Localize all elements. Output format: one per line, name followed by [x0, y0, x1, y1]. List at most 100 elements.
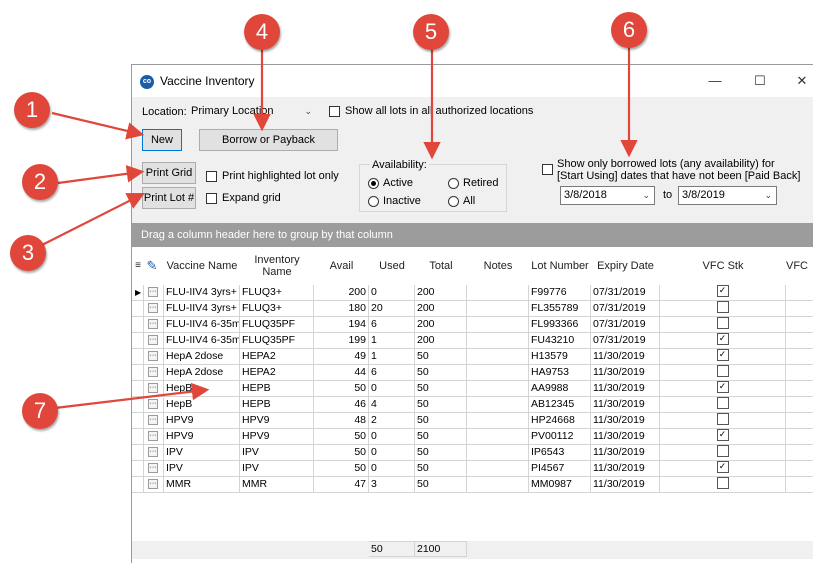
cell-notes[interactable] — [467, 429, 529, 445]
vfc-checkbox-unchecked[interactable] — [716, 397, 729, 410]
column-header-notes[interactable]: Notes — [467, 247, 529, 285]
cell-vaccine[interactable]: IPV — [164, 445, 240, 461]
cell-notes[interactable] — [467, 381, 529, 397]
location-dropdown[interactable]: Primary Location ⌄ — [187, 102, 317, 121]
cell-vfc[interactable] — [786, 413, 813, 429]
table-row[interactable]: ··· HPV9 HPV9 48 2 50 HP24668 11/30/2019 — [132, 413, 813, 429]
cell-avail[interactable]: 194 — [314, 317, 369, 333]
row-details-button[interactable]: ··· — [148, 399, 158, 409]
cell-vaccine[interactable]: MMR — [164, 477, 240, 493]
table-row[interactable]: ··· HepA 2dose HEPA2 44 6 50 HA9753 11/30/2019 — [132, 365, 813, 381]
row-indicator[interactable] — [132, 301, 144, 317]
cell-avail[interactable]: 199 — [314, 333, 369, 349]
cell-vaccine[interactable]: HPV9 — [164, 413, 240, 429]
group-by-panel[interactable]: Drag a column header here to group by th… — [132, 223, 813, 247]
row-indicator[interactable] — [132, 349, 144, 365]
row-indicator[interactable] — [132, 397, 144, 413]
cell-avail[interactable]: 46 — [314, 397, 369, 413]
cell-expiry[interactable]: 07/31/2019 — [591, 317, 660, 333]
cell-vaccine[interactable]: HepB — [164, 381, 240, 397]
print-highlighted-checkbox[interactable] — [206, 171, 217, 182]
column-header-used[interactable]: Used — [369, 247, 415, 285]
cell-lot[interactable]: IP6543 — [529, 445, 591, 461]
cell-vfc[interactable] — [786, 301, 813, 317]
cell-vfc[interactable] — [786, 381, 813, 397]
column-header-lot-number[interactable]: Lot Number — [529, 247, 591, 285]
cell-lot[interactable]: FU43210 — [529, 333, 591, 349]
row-details-button[interactable]: ··· — [148, 447, 158, 457]
row-details-button[interactable]: ··· — [148, 415, 158, 425]
cell-vaccine[interactable]: HepA 2dose — [164, 349, 240, 365]
cell-used[interactable]: 0 — [369, 429, 415, 445]
cell-avail[interactable]: 44 — [314, 365, 369, 381]
table-row[interactable]: ··· FLU-IIV4 6-35m FLUQ35PF 199 1 200 FU43210 0… — [132, 333, 813, 349]
cell-vfc[interactable] — [786, 285, 813, 301]
cell-used[interactable]: 2 — [369, 413, 415, 429]
cell-inventory[interactable]: HEPB — [240, 397, 314, 413]
cell-vaccine[interactable]: FLU-IIV4 6-35m — [164, 317, 240, 333]
borrowed-lots-checkbox[interactable] — [542, 164, 553, 175]
expand-grid-checkbox[interactable] — [206, 193, 217, 204]
cell-notes[interactable] — [467, 301, 529, 317]
cell-lot[interactable]: H13579 — [529, 349, 591, 365]
maximize-button[interactable]: ☐ — [750, 71, 770, 91]
column-chooser-icon[interactable]: ≡ — [132, 247, 144, 285]
vfc-checkbox-checked[interactable]: ✓ — [716, 333, 729, 346]
vfc-checkbox-unchecked[interactable] — [716, 301, 729, 314]
cell-lot[interactable]: PV00112 — [529, 429, 591, 445]
cell-vaccine[interactable]: FLU-IIV4 3yrs+ — [164, 285, 240, 301]
cell-notes[interactable] — [467, 413, 529, 429]
cell-lot[interactable]: FL993366 — [529, 317, 591, 333]
vfc-checkbox-unchecked[interactable] — [716, 317, 729, 330]
cell-used[interactable]: 0 — [369, 285, 415, 301]
cell-notes[interactable] — [467, 333, 529, 349]
cell-lot[interactable]: FL355789 — [529, 301, 591, 317]
column-header-inventory-name[interactable]: Inventory Name — [240, 247, 314, 285]
cell-vfc[interactable] — [786, 333, 813, 349]
vfc-checkbox-unchecked[interactable] — [716, 477, 729, 490]
cell-inventory[interactable]: HEPA2 — [240, 349, 314, 365]
row-details-button[interactable]: ··· — [148, 383, 158, 393]
cell-used[interactable]: 0 — [369, 445, 415, 461]
cell-avail[interactable]: 48 — [314, 413, 369, 429]
row-details-button[interactable]: ··· — [148, 463, 158, 473]
table-row[interactable]: ··· IPV IPV 50 0 50 PI4567 11/30/2019 ✓ — [132, 461, 813, 477]
row-details-button[interactable]: ··· — [148, 303, 158, 313]
row-indicator[interactable] — [132, 381, 144, 397]
cell-notes[interactable] — [467, 285, 529, 301]
row-details-button[interactable]: ··· — [148, 319, 158, 329]
cell-total[interactable]: 50 — [415, 477, 467, 493]
print-lot-button[interactable]: Print Lot # — [142, 187, 196, 209]
cell-used[interactable]: 0 — [369, 461, 415, 477]
cell-used[interactable]: 1 — [369, 333, 415, 349]
row-details-button[interactable]: ··· — [148, 367, 158, 377]
cell-avail[interactable]: 49 — [314, 349, 369, 365]
cell-used[interactable]: 20 — [369, 301, 415, 317]
title-bar[interactable]: co Vaccine Inventory — ☐ ✕ — [132, 65, 813, 97]
row-indicator[interactable] — [132, 333, 144, 349]
vfc-checkbox-checked[interactable]: ✓ — [716, 285, 729, 298]
vfc-checkbox-unchecked[interactable] — [716, 413, 729, 426]
vfc-checkbox-checked[interactable]: ✓ — [716, 461, 729, 474]
cell-inventory[interactable]: IPV — [240, 461, 314, 477]
cell-used[interactable]: 3 — [369, 477, 415, 493]
cell-vaccine[interactable]: IPV — [164, 461, 240, 477]
cell-total[interactable]: 50 — [415, 429, 467, 445]
cell-total[interactable]: 200 — [415, 317, 467, 333]
cell-lot[interactable]: HA9753 — [529, 365, 591, 381]
radio-all[interactable] — [448, 196, 459, 207]
cell-expiry[interactable]: 11/30/2019 — [591, 429, 660, 445]
cell-used[interactable]: 4 — [369, 397, 415, 413]
cell-expiry[interactable]: 11/30/2019 — [591, 413, 660, 429]
cell-total[interactable]: 200 — [415, 301, 467, 317]
cell-vfc[interactable] — [786, 429, 813, 445]
row-indicator[interactable] — [132, 413, 144, 429]
cell-vfc[interactable] — [786, 477, 813, 493]
cell-lot[interactable]: F99776 — [529, 285, 591, 301]
cell-total[interactable]: 50 — [415, 397, 467, 413]
cell-vfc[interactable] — [786, 445, 813, 461]
cell-used[interactable]: 0 — [369, 381, 415, 397]
cell-inventory[interactable]: HPV9 — [240, 429, 314, 445]
table-row[interactable]: ··· HepB HEPB 46 4 50 AB12345 11/30/2019 — [132, 397, 813, 413]
cell-vfc[interactable] — [786, 349, 813, 365]
